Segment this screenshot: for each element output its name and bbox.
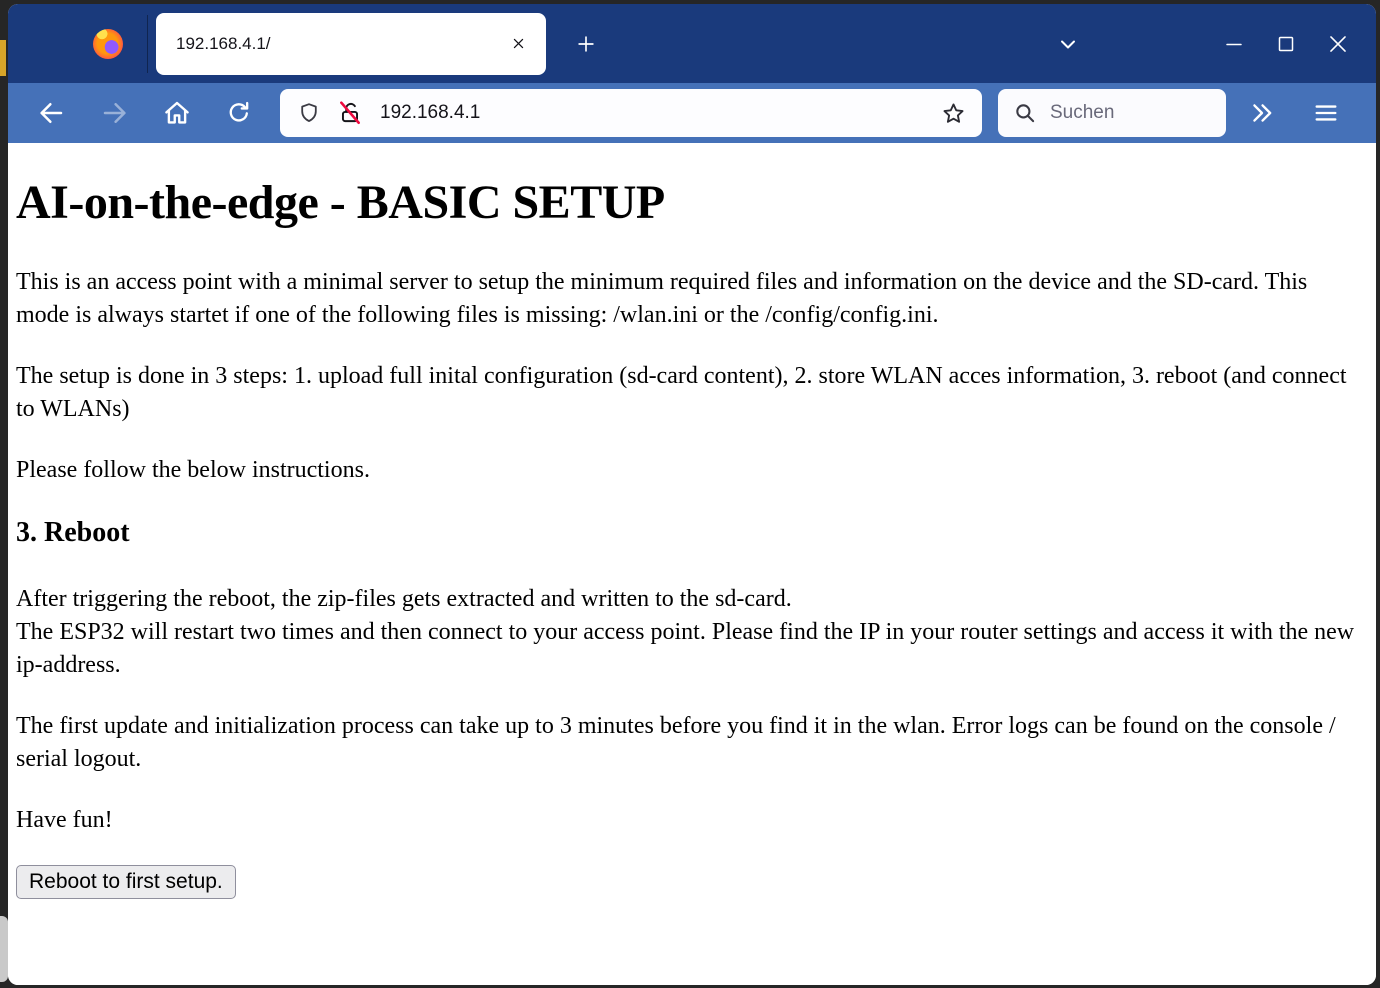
background-window-fragment-yellow xyxy=(0,40,6,76)
tracking-shield-icon[interactable] xyxy=(292,96,326,130)
steps-paragraph: The setup is done in 3 steps: 1. upload … xyxy=(16,360,1362,426)
home-icon[interactable] xyxy=(156,92,198,134)
page-content: AI-on-the-edge - BASIC SETUP This is an … xyxy=(8,143,1376,985)
bookmark-star-icon[interactable] xyxy=(936,96,970,130)
back-icon[interactable] xyxy=(30,92,72,134)
page-title: AI-on-the-edge - BASIC SETUP xyxy=(16,175,1362,230)
overflow-chevrons-icon[interactable] xyxy=(1240,92,1284,134)
url-bar[interactable]: 192.168.4.1 xyxy=(280,89,982,137)
reboot-description-paragraph: After triggering the reboot, the zip-fil… xyxy=(16,583,1362,682)
minimize-icon[interactable] xyxy=(1208,24,1260,64)
reboot-description-line1: After triggering the reboot, the zip-fil… xyxy=(16,586,792,612)
insecure-lock-icon[interactable] xyxy=(332,96,368,130)
close-icon[interactable] xyxy=(1312,24,1364,64)
reboot-description-line2: The ESP32 will restart two times and the… xyxy=(16,619,1354,678)
search-icon xyxy=(1012,100,1038,126)
have-fun-paragraph: Have fun! xyxy=(16,804,1362,837)
reboot-button[interactable]: Reboot to first setup. xyxy=(16,865,236,899)
tab-title: 192.168.4.1/ xyxy=(176,34,504,54)
titlebar-divider xyxy=(147,15,148,73)
tab-close-icon[interactable] xyxy=(504,30,532,58)
firefox-logo-icon xyxy=(93,29,123,59)
url-text: 192.168.4.1 xyxy=(380,102,936,124)
forward-icon[interactable] xyxy=(94,92,136,134)
navigation-toolbar: 192.168.4.1 Suchen xyxy=(8,83,1376,143)
new-tab-icon[interactable] xyxy=(568,26,604,62)
reload-icon[interactable] xyxy=(218,92,260,134)
maximize-icon[interactable] xyxy=(1260,24,1312,64)
window-controls xyxy=(1208,24,1364,64)
titlebar: 192.168.4.1/ xyxy=(8,4,1376,83)
first-update-paragraph: The first update and initialization proc… xyxy=(16,710,1362,776)
browser-tab[interactable]: 192.168.4.1/ xyxy=(156,13,546,75)
tab-list-chevron-icon[interactable] xyxy=(1048,26,1088,62)
search-placeholder: Suchen xyxy=(1050,102,1114,124)
intro-paragraph: This is an access point with a minimal s… xyxy=(16,266,1362,332)
hamburger-menu-icon[interactable] xyxy=(1304,92,1348,134)
desktop: { "titlebar": { "tab_title": "192.168.4.… xyxy=(0,0,1380,988)
search-box[interactable]: Suchen xyxy=(998,89,1226,137)
instructions-paragraph: Please follow the below instructions. xyxy=(16,454,1362,487)
background-window-fragment-gray xyxy=(0,916,8,982)
reboot-section-heading: 3. Reboot xyxy=(16,517,1362,549)
browser-window: 192.168.4.1/ xyxy=(8,4,1376,985)
